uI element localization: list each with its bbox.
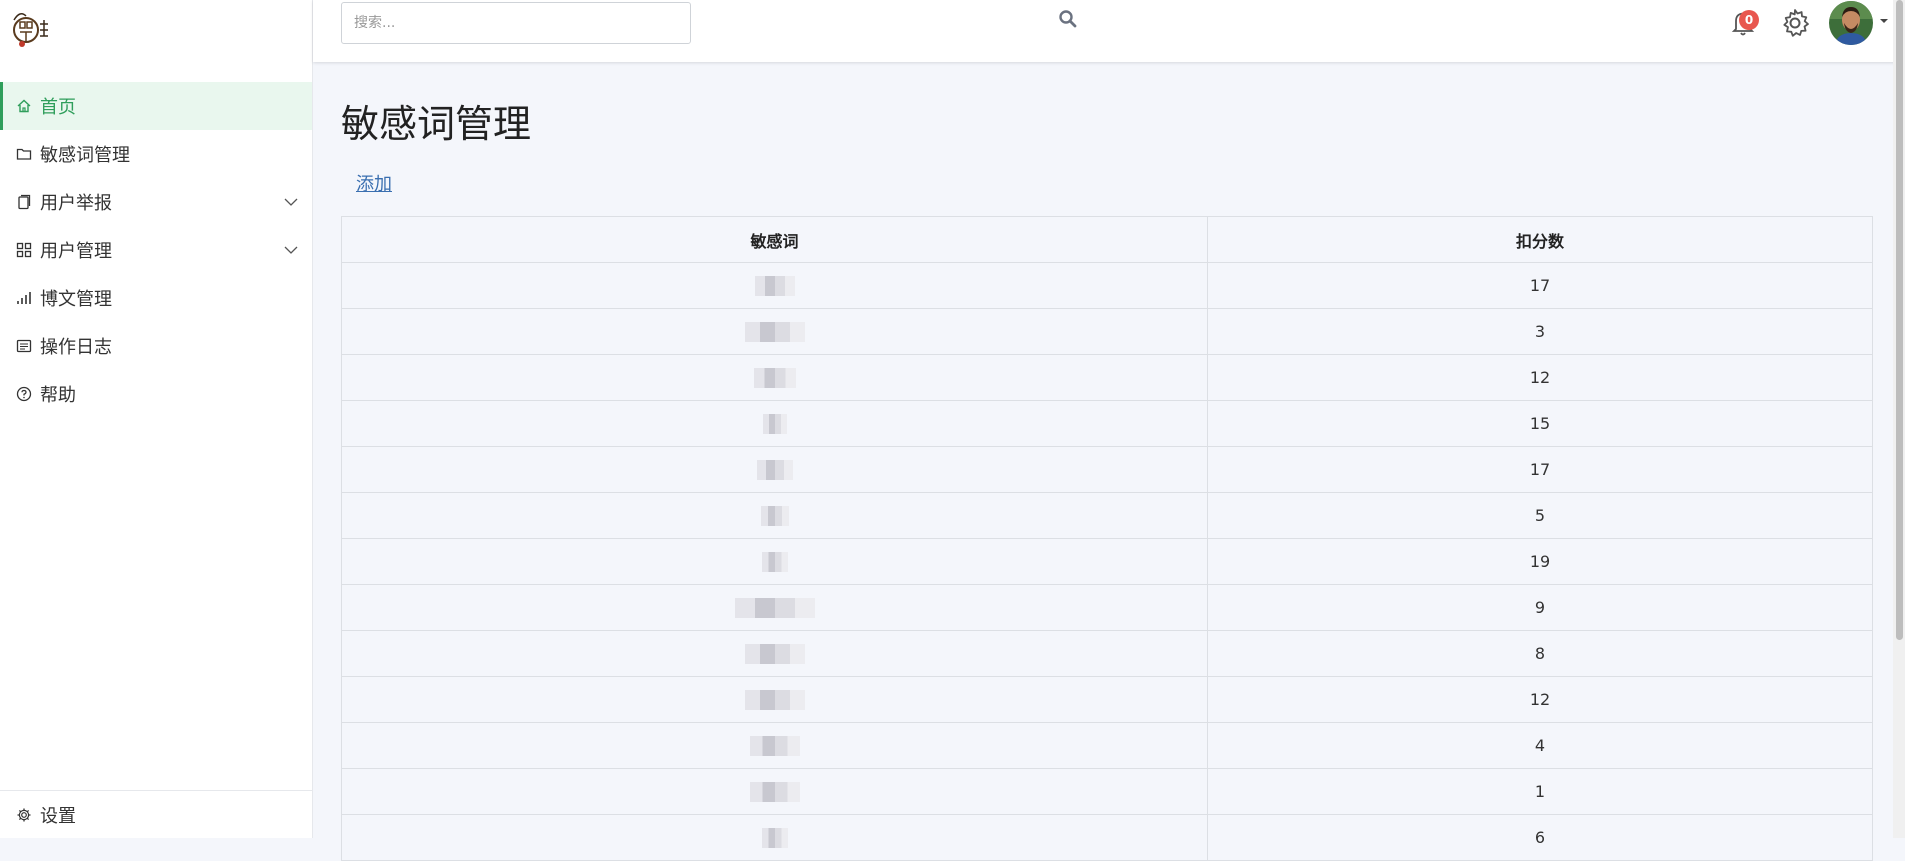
table-row: 19 [341, 538, 1873, 585]
search-icon[interactable] [1058, 9, 1078, 29]
score-cell: 1 [1207, 768, 1873, 815]
table-row: 17 [341, 262, 1873, 309]
sidebar-item-user-reports[interactable]: 用户举报 [0, 178, 312, 226]
sidebar-item-label: 用户管理 [40, 241, 112, 262]
score-cell: 8 [1207, 630, 1873, 677]
table-row: 4 [341, 722, 1873, 769]
sidebar-item-label: 用户举报 [40, 193, 112, 214]
redacted-word [749, 781, 800, 802]
sidebar-item-home[interactable]: 首页 [0, 82, 312, 130]
table-row: 5 [341, 492, 1873, 539]
caret-down-icon[interactable] [1879, 16, 1889, 26]
sensitive-word-cell [341, 354, 1208, 401]
sidebar-nav: 首页 敏感词管理 用户举报 用户管理 博文管理 操作日志 帮助 [0, 82, 312, 418]
redacted-word [744, 643, 805, 664]
sidebar-item-label: 敏感词管理 [40, 145, 130, 166]
redacted-word [756, 459, 793, 480]
sensitive-word-cell [341, 446, 1208, 493]
score-cell: 5 [1207, 492, 1873, 539]
redacted-word [754, 275, 795, 296]
redacted-word [749, 735, 800, 756]
sidebar-item-label: 操作日志 [40, 337, 112, 358]
score-cell: 3 [1207, 308, 1873, 355]
table-row: 8 [341, 630, 1873, 677]
sensitive-words-table: 敏感词 扣分数 17 3 12 15 17 5 19 9 8 12 4 1 6 [341, 216, 1873, 861]
table-row: 3 [341, 308, 1873, 355]
settings-label: 设置 [40, 805, 76, 827]
list-icon [16, 338, 32, 354]
gear-icon [16, 807, 32, 823]
redacted-word [734, 597, 815, 618]
copy-icon [16, 194, 32, 210]
sidebar-item-label: 首页 [40, 97, 76, 118]
grid-icon [16, 242, 32, 258]
sidebar-item-operation-log[interactable]: 操作日志 [0, 322, 312, 370]
chevron-down-icon[interactable] [284, 243, 298, 257]
table-row: 12 [341, 354, 1873, 401]
table-row: 12 [341, 676, 1873, 723]
table-header-row: 敏感词 扣分数 [341, 216, 1873, 263]
score-cell: 15 [1207, 400, 1873, 447]
redacted-word [762, 413, 787, 434]
score-cell: 9 [1207, 584, 1873, 631]
sensitive-word-cell [341, 676, 1208, 723]
score-cell: 12 [1207, 354, 1873, 401]
gear-icon[interactable] [1779, 7, 1811, 39]
scrollbar-thumb[interactable] [1896, 0, 1903, 640]
home-icon [16, 98, 32, 114]
chevron-down-icon[interactable] [284, 195, 298, 209]
scrollbar[interactable] [1893, 0, 1905, 838]
sensitive-word-cell [341, 722, 1208, 769]
column-header-score: 扣分数 [1207, 216, 1873, 263]
table-row: 17 [341, 446, 1873, 493]
sensitive-word-cell [341, 308, 1208, 355]
sensitive-word-cell [341, 400, 1208, 447]
redacted-word [744, 689, 805, 710]
sensitive-word-cell [341, 584, 1208, 631]
sidebar-item-blog-management[interactable]: 博文管理 [0, 274, 312, 322]
add-link[interactable]: 添加 [356, 170, 392, 196]
table-row: 15 [341, 400, 1873, 447]
sensitive-word-cell [341, 768, 1208, 815]
column-header-word: 敏感词 [341, 216, 1208, 263]
table-row: 9 [341, 584, 1873, 631]
sensitive-word-cell [341, 538, 1208, 585]
sensitive-word-cell [341, 262, 1208, 309]
sidebar-item-label: 博文管理 [40, 289, 112, 310]
search-input[interactable] [341, 2, 691, 44]
score-cell: 19 [1207, 538, 1873, 585]
sidebar-item-help[interactable]: 帮助 [0, 370, 312, 418]
sensitive-word-cell [341, 492, 1208, 539]
sidebar: 首页 敏感词管理 用户举报 用户管理 博文管理 操作日志 帮助 设置 [0, 0, 313, 838]
redacted-word [753, 367, 796, 388]
redacted-word [744, 321, 805, 342]
sensitive-word-cell [341, 630, 1208, 677]
score-cell: 12 [1207, 676, 1873, 723]
score-cell: 4 [1207, 722, 1873, 769]
top-header: 0 [313, 0, 1905, 62]
folder-icon [16, 146, 32, 162]
score-cell: 17 [1207, 446, 1873, 493]
score-cell: 17 [1207, 262, 1873, 309]
user-avatar[interactable] [1829, 1, 1873, 45]
sidebar-item-user-management[interactable]: 用户管理 [0, 226, 312, 274]
sidebar-item-settings[interactable]: 设置 [0, 790, 312, 838]
page-title: 敏感词管理 [341, 102, 532, 146]
notification-badge: 0 [1739, 10, 1759, 30]
bar-chart-icon [16, 290, 32, 306]
redacted-word [760, 505, 789, 526]
sidebar-item-sensitive-words[interactable]: 敏感词管理 [0, 130, 312, 178]
help-circle-icon [16, 386, 32, 402]
redacted-word [761, 551, 788, 572]
table-row: 1 [341, 768, 1873, 815]
app-logo[interactable] [10, 6, 62, 52]
sidebar-item-label: 帮助 [40, 385, 76, 406]
